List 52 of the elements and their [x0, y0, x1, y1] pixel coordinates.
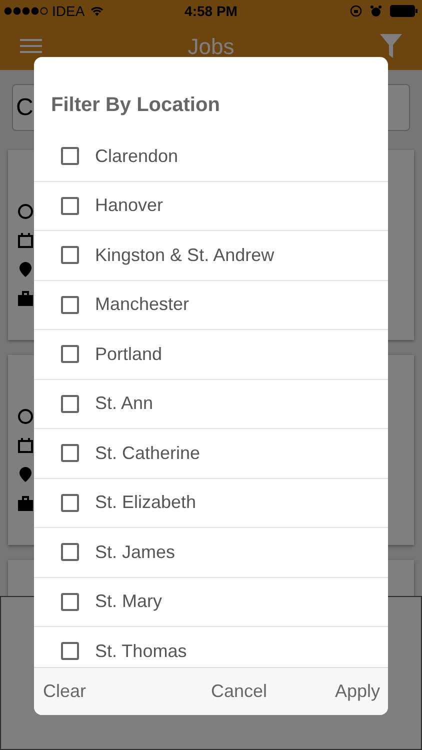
wifi-icon	[88, 5, 105, 17]
option-label: St. James	[95, 540, 176, 564]
location-option[interactable]: St. Mary	[34, 578, 388, 627]
option-label: Kingston & St. Andrew	[95, 244, 274, 267]
option-label: Manchester	[95, 293, 190, 316]
pin-icon	[18, 262, 33, 277]
location-option[interactable]: St. James	[34, 528, 388, 578]
clock-time: 4:58 PM	[184, 2, 238, 20]
location-option[interactable]: Clarendon	[34, 132, 388, 182]
pin-icon	[18, 467, 33, 482]
option-label: St. Elizabeth	[95, 491, 196, 514]
carrier-label: IDEA	[52, 2, 85, 20]
calendar-icon	[18, 233, 33, 248]
location-option[interactable]: St. Elizabeth	[34, 478, 388, 528]
checkbox[interactable]	[61, 642, 79, 660]
checkbox[interactable]	[61, 246, 79, 264]
checkbox[interactable]	[61, 296, 79, 314]
signal-icon	[4, 7, 48, 15]
apply-button[interactable]: Apply	[334, 670, 380, 713]
location-option[interactable]: Manchester	[34, 280, 388, 330]
location-option[interactable]: Hanover	[34, 182, 388, 231]
alarm-icon	[370, 5, 382, 17]
clear-button[interactable]: Clear	[34, 670, 96, 713]
option-label: Hanover	[95, 194, 164, 218]
location-option[interactable]: St. Catherine	[34, 429, 388, 478]
option-label: St. Ann	[95, 392, 154, 416]
rotation-lock-icon	[350, 5, 362, 17]
location-option[interactable]: Portland	[34, 330, 388, 380]
battery-icon	[390, 5, 418, 17]
option-label: Clarendon	[95, 144, 178, 168]
briefcase-icon	[18, 496, 33, 511]
checkbox[interactable]	[61, 592, 79, 611]
nav-title: Jobs	[188, 32, 234, 60]
clock-icon	[18, 204, 33, 219]
checkbox[interactable]	[61, 444, 79, 462]
location-option[interactable]: St. Ann	[34, 380, 388, 429]
calendar-icon	[18, 438, 33, 453]
checkbox[interactable]	[61, 494, 79, 512]
option-label: St. Mary	[95, 590, 162, 614]
option-label: St. Catherine	[95, 442, 200, 465]
option-label: Portland	[95, 342, 162, 366]
briefcase-icon	[18, 291, 33, 306]
clock-icon	[18, 409, 33, 424]
location-option[interactable]: Kingston & St. Andrew	[34, 231, 388, 280]
checkbox[interactable]	[61, 147, 79, 166]
cancel-button[interactable]: Cancel	[211, 670, 268, 713]
dialog-title: Filter By Location	[50, 93, 221, 118]
checkbox[interactable]	[61, 394, 79, 413]
option-label: St. Thomas	[95, 640, 187, 663]
checkbox[interactable]	[61, 196, 79, 215]
checkbox[interactable]	[61, 345, 79, 364]
checkbox[interactable]	[61, 543, 79, 562]
